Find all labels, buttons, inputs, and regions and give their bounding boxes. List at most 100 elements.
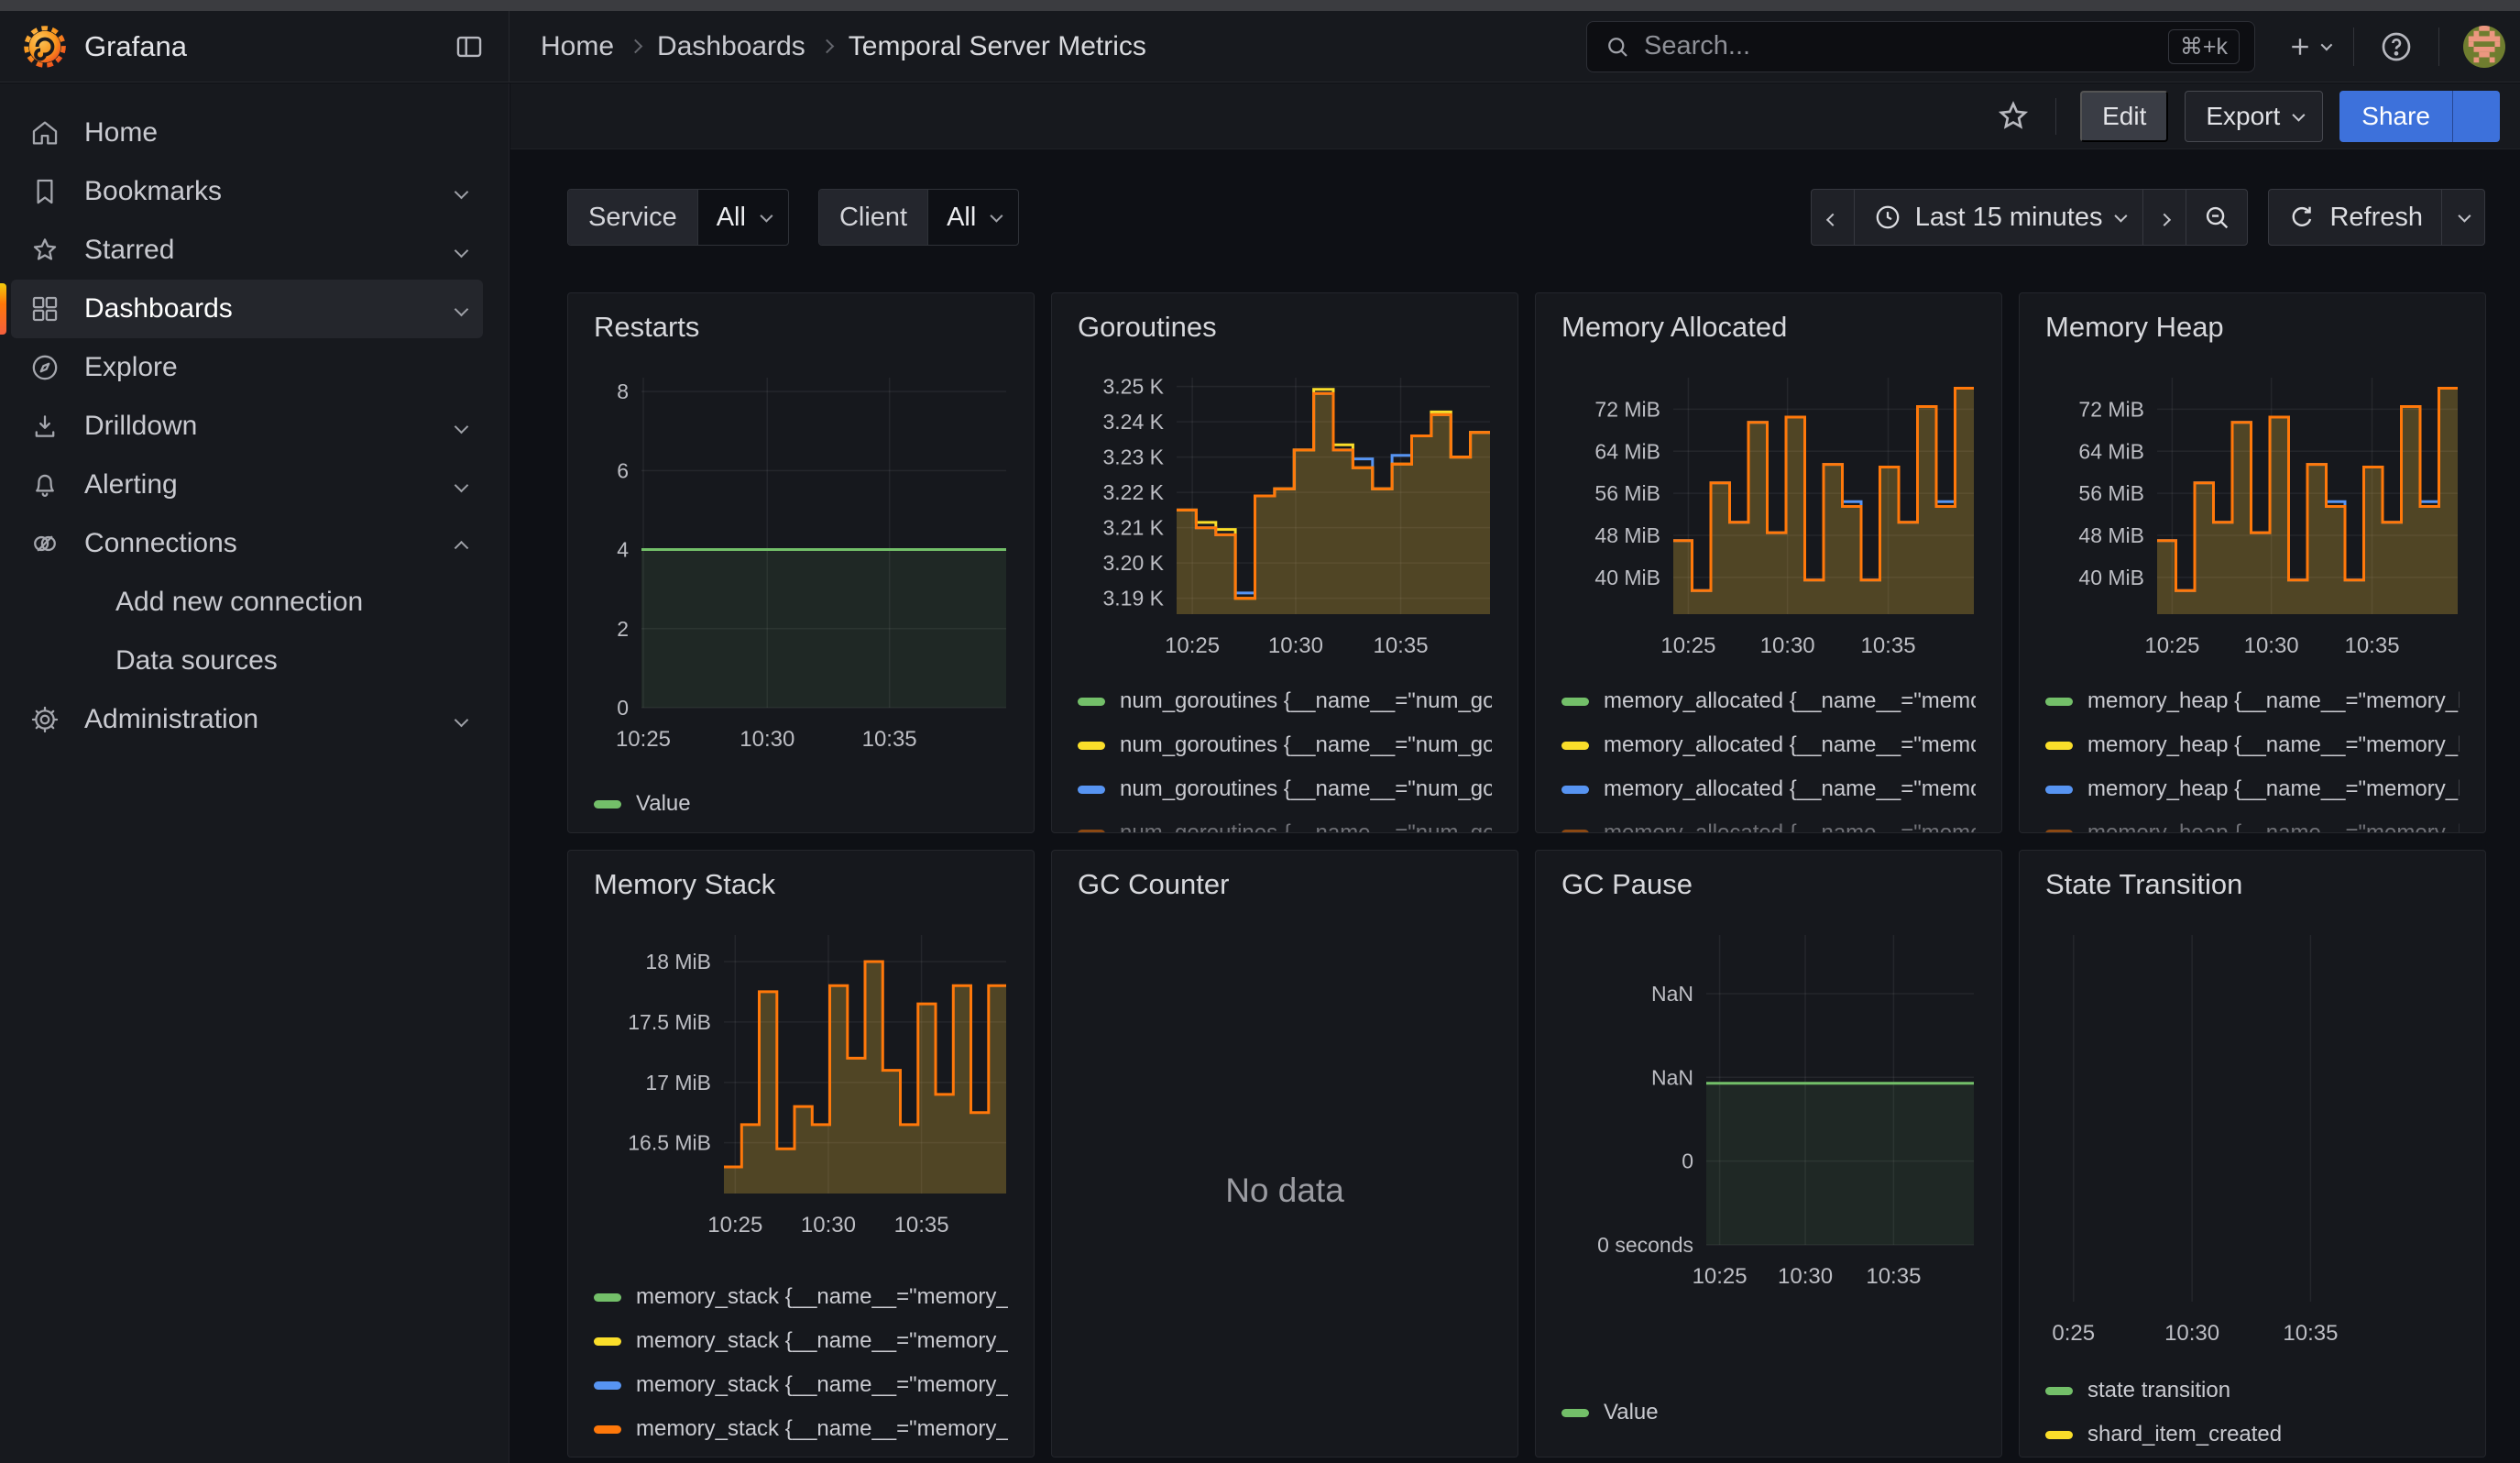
- sidebar-item-connections[interactable]: Connections: [11, 514, 483, 573]
- panel-title[interactable]: Memory Stack: [594, 867, 1008, 902]
- legend-label: memory_heap {__name__="memory_h: [2087, 776, 2460, 802]
- legend-item[interactable]: memory_heap {__name__="memory_h: [2045, 767, 2460, 811]
- chevron-down-icon[interactable]: [455, 419, 469, 434]
- panel-legend: memory_stack {__name__="memory_smemory_s…: [594, 1275, 1008, 1451]
- sidebar-item-drilldown[interactable]: Drilldown: [11, 397, 483, 456]
- legend-item[interactable]: memory_stack {__name__="memory_s: [594, 1363, 1008, 1407]
- legend-item[interactable]: memory_stack {__name__="memory_s: [594, 1407, 1008, 1451]
- legend-item[interactable]: num_goroutines {__name__="num_go: [1078, 767, 1492, 811]
- avatar[interactable]: [2463, 26, 2505, 68]
- panel-memstack: Memory Stack 16.5 MiB17 MiB17.5 MiB18 MiB…: [567, 850, 1035, 1458]
- zoom-out-button[interactable]: [2186, 190, 2247, 245]
- legend-label: num_goroutines {__name__="num_go: [1120, 688, 1492, 714]
- brand-section: Grafana: [0, 11, 509, 82]
- legend-label: Value: [636, 791, 691, 817]
- legend-label: memory_stack {__name__="memory_s: [636, 1328, 1008, 1354]
- search-box[interactable]: ⌘+k: [1586, 21, 2255, 72]
- legend-item[interactable]: Value: [594, 782, 1008, 826]
- panel-title[interactable]: Memory Allocated: [1561, 310, 1976, 345]
- time-range-picker[interactable]: Last 15 minutes: [1854, 190, 2143, 245]
- legend-item[interactable]: num_goroutines {__name__="num_go: [1078, 811, 1492, 833]
- panel-title[interactable]: GC Pause: [1561, 867, 1976, 902]
- panel-title[interactable]: State Transition: [2045, 867, 2460, 902]
- sidebar-item-explore[interactable]: Explore: [11, 338, 483, 397]
- panel-title[interactable]: Restarts: [594, 310, 1008, 345]
- panel-title[interactable]: Goroutines: [1078, 310, 1492, 345]
- chevron-down-icon[interactable]: [455, 478, 469, 492]
- star-icon: [29, 235, 60, 266]
- legend-item[interactable]: memory_heap {__name__="memory_h: [2045, 723, 2460, 767]
- legend-item[interactable]: shard_item_created: [2045, 1413, 2460, 1457]
- chevron-down-icon[interactable]: [455, 712, 469, 727]
- svg-text:10:25: 10:25: [616, 727, 671, 752]
- legend-item[interactable]: memory_heap {__name__="memory_h: [2045, 679, 2460, 723]
- sidebar-item-administration[interactable]: Administration: [11, 690, 483, 749]
- legend-item[interactable]: memory_allocated {__name__="memo: [1561, 811, 1976, 833]
- chart-gcpause[interactable]: 0 seconds0NaNNaN10:2510:3010:35: [1561, 935, 1976, 1303]
- legend-item[interactable]: num_goroutines {__name__="num_go: [1078, 679, 1492, 723]
- legend-item[interactable]: memory_stack {__name__="memory_s: [594, 1275, 1008, 1319]
- legend-item[interactable]: memory_heap {__name__="memory_h: [2045, 811, 2460, 833]
- legend-item[interactable]: Value: [1561, 1391, 1976, 1435]
- edit-button[interactable]: Edit: [2080, 91, 2168, 142]
- legend-item[interactable]: num_goroutines {__name__="num_go: [1078, 723, 1492, 767]
- sidebar-item-starred[interactable]: Starred: [11, 221, 483, 280]
- export-button[interactable]: Export: [2185, 91, 2323, 142]
- client-value-dropdown[interactable]: All: [927, 190, 1018, 245]
- legend-overflow: memory_heap {__name__="memory_h: [2045, 811, 2460, 833]
- time-shift-back-button[interactable]: [1812, 190, 1854, 245]
- legend-item[interactable]: memory_allocated {__name__="memo: [1561, 679, 1976, 723]
- chart-state[interactable]: 0:2510:3010:35: [2045, 935, 2460, 1359]
- client-label: Client: [819, 190, 927, 245]
- svg-text:64 MiB: 64 MiB: [2078, 439, 2144, 463]
- legend-marker: [1561, 786, 1589, 794]
- sidebar-toggle-icon[interactable]: [454, 31, 485, 62]
- breadcrumb-item[interactable]: Home: [541, 31, 614, 62]
- sidebar-item-alerting[interactable]: Alerting: [11, 456, 483, 514]
- service-value-dropdown[interactable]: All: [697, 190, 788, 245]
- sidebar-item-dashboards[interactable]: Dashboards: [11, 280, 483, 338]
- chevron-down-icon[interactable]: [455, 184, 469, 199]
- chevron-up-icon[interactable]: [455, 540, 469, 555]
- svg-text:10:25: 10:25: [1660, 633, 1715, 658]
- chevron-down-icon[interactable]: [455, 302, 469, 316]
- dashboard-toolbar: Edit Export Share: [510, 83, 2520, 149]
- sidebar-item-add-new-connection[interactable]: Add new connection: [11, 573, 483, 632]
- legend-marker: [594, 1293, 621, 1302]
- chart-memalloc[interactable]: 40 MiB48 MiB56 MiB64 MiB72 MiB10:2510:30…: [1561, 378, 1976, 672]
- svg-text:72 MiB: 72 MiB: [2078, 397, 2144, 421]
- refresh-button[interactable]: Refresh: [2269, 190, 2441, 245]
- refresh-group: Refresh: [2268, 189, 2485, 246]
- legend-item[interactable]: memory_allocated {__name__="memo: [1561, 767, 1976, 811]
- clock-icon: [1873, 203, 1902, 232]
- home-icon: [29, 117, 60, 148]
- add-new-button[interactable]: [2286, 33, 2329, 60]
- legend-item[interactable]: state transition: [2045, 1369, 2460, 1413]
- breadcrumb-item[interactable]: Dashboards: [657, 31, 805, 62]
- panel-title[interactable]: Memory Heap: [2045, 310, 2460, 345]
- sidebar-item-label: Dashboards: [84, 293, 233, 324]
- time-shift-forward-button[interactable]: [2142, 190, 2186, 245]
- refresh-interval-button[interactable]: [2441, 190, 2484, 245]
- panel-title[interactable]: GC Counter: [1078, 867, 1492, 902]
- chart-goroutines[interactable]: 3.19 K3.20 K3.21 K3.22 K3.23 K3.24 K3.25…: [1078, 378, 1492, 672]
- chevron-down-icon[interactable]: [455, 243, 469, 258]
- sidebar-item-label: Starred: [84, 235, 174, 266]
- connections-icon: [29, 528, 60, 559]
- chevron-down-icon: [991, 210, 1003, 223]
- legend-item[interactable]: memory_allocated {__name__="memo: [1561, 723, 1976, 767]
- sidebar-item-bookmarks[interactable]: Bookmarks: [11, 162, 483, 221]
- chart-memheap[interactable]: 40 MiB48 MiB56 MiB64 MiB72 MiB10:2510:30…: [2045, 378, 2460, 672]
- chart-restarts[interactable]: 0246810:2510:3010:35: [594, 378, 1008, 765]
- share-button[interactable]: Share: [2339, 91, 2452, 142]
- sidebar-item-home[interactable]: Home: [11, 104, 483, 162]
- share-menu-button[interactable]: [2452, 91, 2500, 142]
- breadcrumb-item[interactable]: Temporal Server Metrics: [849, 31, 1146, 62]
- client-variable: Client All: [818, 189, 1019, 246]
- legend-item[interactable]: memory_stack {__name__="memory_s: [594, 1319, 1008, 1363]
- help-icon[interactable]: [2378, 28, 2415, 65]
- favorite-star-icon[interactable]: [1995, 98, 2032, 135]
- sidebar-item-data-sources[interactable]: Data sources: [11, 632, 483, 690]
- chart-memstack[interactable]: 16.5 MiB17 MiB17.5 MiB18 MiB10:2510:3010…: [594, 935, 1008, 1251]
- search-input[interactable]: [1644, 31, 2168, 61]
